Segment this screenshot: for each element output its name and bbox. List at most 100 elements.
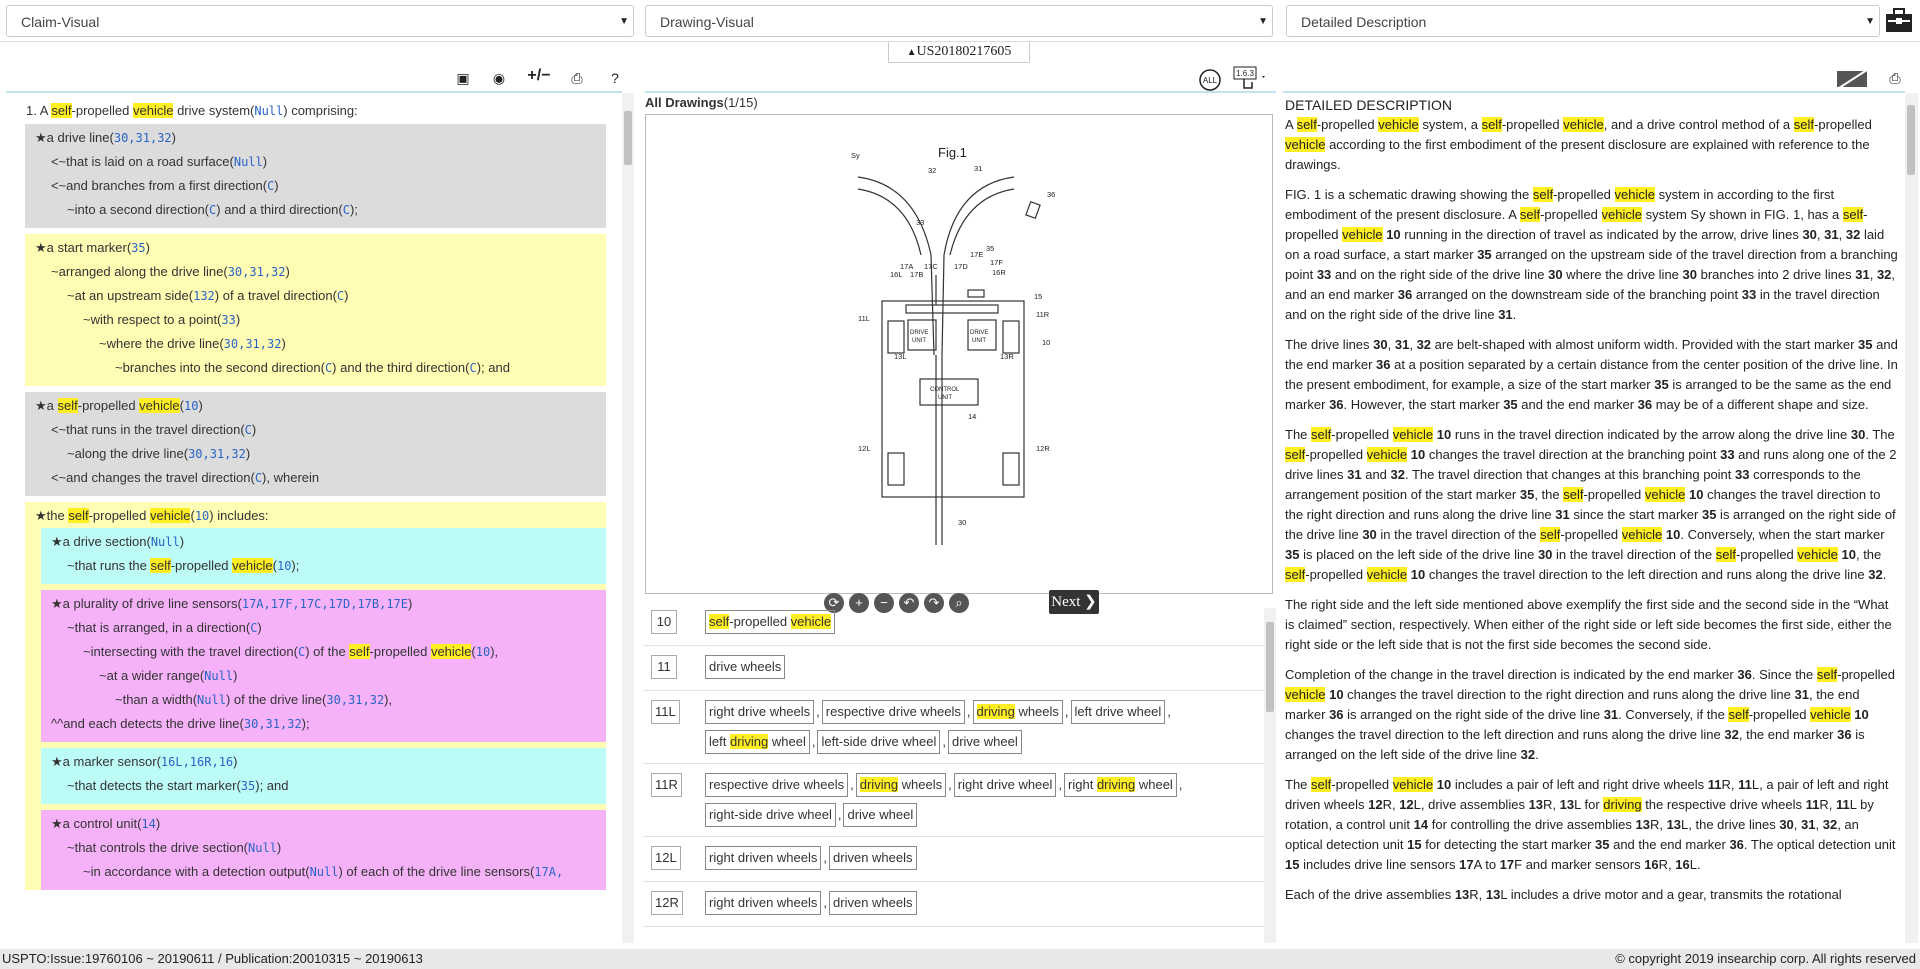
part-number[interactable]: 12L [651,846,681,870]
reference-numeral: 36 [1329,707,1344,722]
reference-numeral[interactable]: 10 [184,399,198,413]
part-number[interactable]: 11R [651,773,682,797]
text-segment: ~that runs the [67,558,151,573]
reference-numeral[interactable]: 33 [221,313,235,327]
part-term-tag[interactable]: left-side drive wheel [817,730,941,754]
text-segment: driven wheels [833,895,913,910]
reference-numeral: 31 [1347,467,1362,482]
part-term-tag[interactable]: drive wheel [843,803,918,827]
fig-text: 35 [986,244,994,253]
reference-numeral[interactable]: 132 [193,289,215,303]
all-drawings-icon[interactable]: ALL [1198,68,1222,92]
print-icon[interactable]: ⎙ [1885,68,1905,88]
scrollbar-thumb[interactable] [624,111,632,165]
reference-numeral[interactable]: 30,31,32 [326,693,384,707]
reference-numeral[interactable]: Null [254,104,283,118]
claims-scrollbar[interactable] [622,93,634,943]
reference-numeral[interactable]: 10 [476,645,490,659]
part-term-tag[interactable]: driven wheels [829,846,917,870]
toolbox-icon[interactable] [1884,6,1914,36]
reference-numeral[interactable]: 30,31,32 [244,717,302,731]
text-segment: wheels [898,777,943,792]
reference-numeral: 10 [1665,527,1681,542]
claim-view-select[interactable]: Claim-Visual ▼ [6,5,634,37]
part-term-tag[interactable]: self-propelled vehicle [705,610,836,634]
reference-numeral[interactable]: 10 [277,559,291,573]
patent-number-tab[interactable]: ▲US20180217605 [888,42,1030,63]
part-term-tag[interactable]: respective drive wheels [705,773,849,797]
drawing-viewer[interactable]: Fig.1 Sy 32 31 36 33 35 17E 17A 17C 17D … [645,114,1273,614]
reference-numeral[interactable]: C [245,423,252,437]
part-number[interactable]: 10 [651,610,677,634]
claim-element-block[interactable]: ★a control unit(14) ~that controls the dr… [41,810,606,890]
claim-element-block[interactable]: ★a start marker(35) ~arranged along the d… [25,234,606,386]
description-view-select[interactable]: Detailed Description ▼ [1286,5,1880,37]
part-number[interactable]: 11 [651,655,677,679]
claim-element-block[interactable]: ★a drive line(30,31,32) <~that is laid on… [25,124,606,228]
text-segment: ) [145,240,150,255]
part-term-tag[interactable]: right driven wheels [705,891,822,915]
reference-numeral[interactable]: Null [151,535,180,549]
reference-numeral[interactable]: 30,31,32 [224,337,282,351]
part-number[interactable]: 11L [651,700,680,724]
part-term-tag[interactable]: left driving wheel [705,730,810,754]
reference-numeral[interactable]: C [469,361,476,375]
reference-numeral[interactable]: Null [204,669,233,683]
reference-numeral[interactable]: Null [234,155,263,169]
highlight-term: self [150,558,171,573]
claim-element-block[interactable]: ★a plurality of drive line sensors(17A,1… [41,590,606,742]
print-icon[interactable]: ⎙ [567,68,587,88]
part-term-tag[interactable]: drive wheel [947,730,1022,754]
part-term-tag[interactable]: right drive wheel [953,773,1057,797]
reference-numeral[interactable]: 30,31,32 [228,265,286,279]
reference-numeral[interactable]: Null [248,841,277,855]
translate-icon[interactable]: ▣ [453,68,473,88]
reference-numeral[interactable]: C [255,471,262,485]
reference-numeral[interactable]: 17A,17F,17C,17D,17B,17E [242,597,408,611]
part-term-tag[interactable]: right driven wheels [705,846,822,870]
help-icon[interactable]: ? [605,68,625,88]
reference-numeral[interactable]: 16L,16R,16 [161,755,233,769]
reference-numeral[interactable]: 30,31,32 [114,131,172,145]
claim-element-block[interactable]: ★a drive section(Null) ~that runs the sel… [41,528,606,584]
separator: , [823,895,828,910]
scrollbar-thumb[interactable] [1907,105,1915,175]
claim-element-block[interactable]: ★a marker sensor(16L,16R,16) ~that detect… [41,748,606,804]
text-segment: ~with respect to a point( [83,312,222,327]
part-term-tag[interactable]: right drive wheels [705,700,815,724]
highlight-term: self [1540,527,1561,542]
reference-numeral[interactable]: 14 [141,817,155,831]
reference-numeral[interactable]: 35 [131,241,145,255]
reference-numeral[interactable]: 35 [241,779,255,793]
part-term-tag[interactable]: right-side drive wheel [705,803,836,827]
parts-scrollbar[interactable] [1264,608,1276,943]
claim-line: ~that controls the drive section(Null) [41,836,606,860]
part-term-tag[interactable]: driven wheels [829,891,917,915]
text-segment: ~where the drive line( [99,336,224,351]
hide-drawings-icon[interactable] [1836,68,1870,90]
part-term-tag[interactable]: drive wheels [705,655,786,679]
part-term-tag[interactable]: left drive wheel [1070,700,1166,724]
description-scrollbar[interactable] [1905,93,1918,943]
part-number[interactable]: 12R [651,891,683,915]
reference-numeral[interactable]: 10 [195,509,209,523]
eye-icon[interactable]: ◉ [489,68,509,88]
reference-numeral[interactable]: C [343,203,350,217]
part-term-tag[interactable]: driving wheels [855,773,947,797]
part-term-tag[interactable]: respective drive wheels [821,700,965,724]
claim-element-block[interactable]: ★a self-propelled vehicle(10) <~that runs… [25,392,606,496]
reference-numeral[interactable]: Null [197,693,226,707]
reference-numeral[interactable]: 17A, [534,865,563,879]
part-term-tag[interactable]: right driving wheel [1064,773,1177,797]
hand-pointer-icon[interactable]: 1.6.3 [1232,65,1268,91]
reference-numeral[interactable]: 30,31,32 [188,447,246,461]
drawing-view-select[interactable]: Drawing-Visual ▼ [645,5,1273,37]
text-segment: . The travel direction that changes at t… [1405,467,1736,482]
reference-numeral: 36 [1737,667,1752,682]
reference-numeral[interactable]: Null [310,865,339,879]
expand-collapse-icon[interactable]: +/− [522,66,556,86]
highlight-term: vehicle [1378,117,1419,132]
scrollbar-thumb[interactable] [1266,622,1274,712]
claim-element-block[interactable]: ★the self-propelled vehicle(10) includes… [25,502,606,890]
part-term-tag[interactable]: driving wheels [972,700,1063,724]
